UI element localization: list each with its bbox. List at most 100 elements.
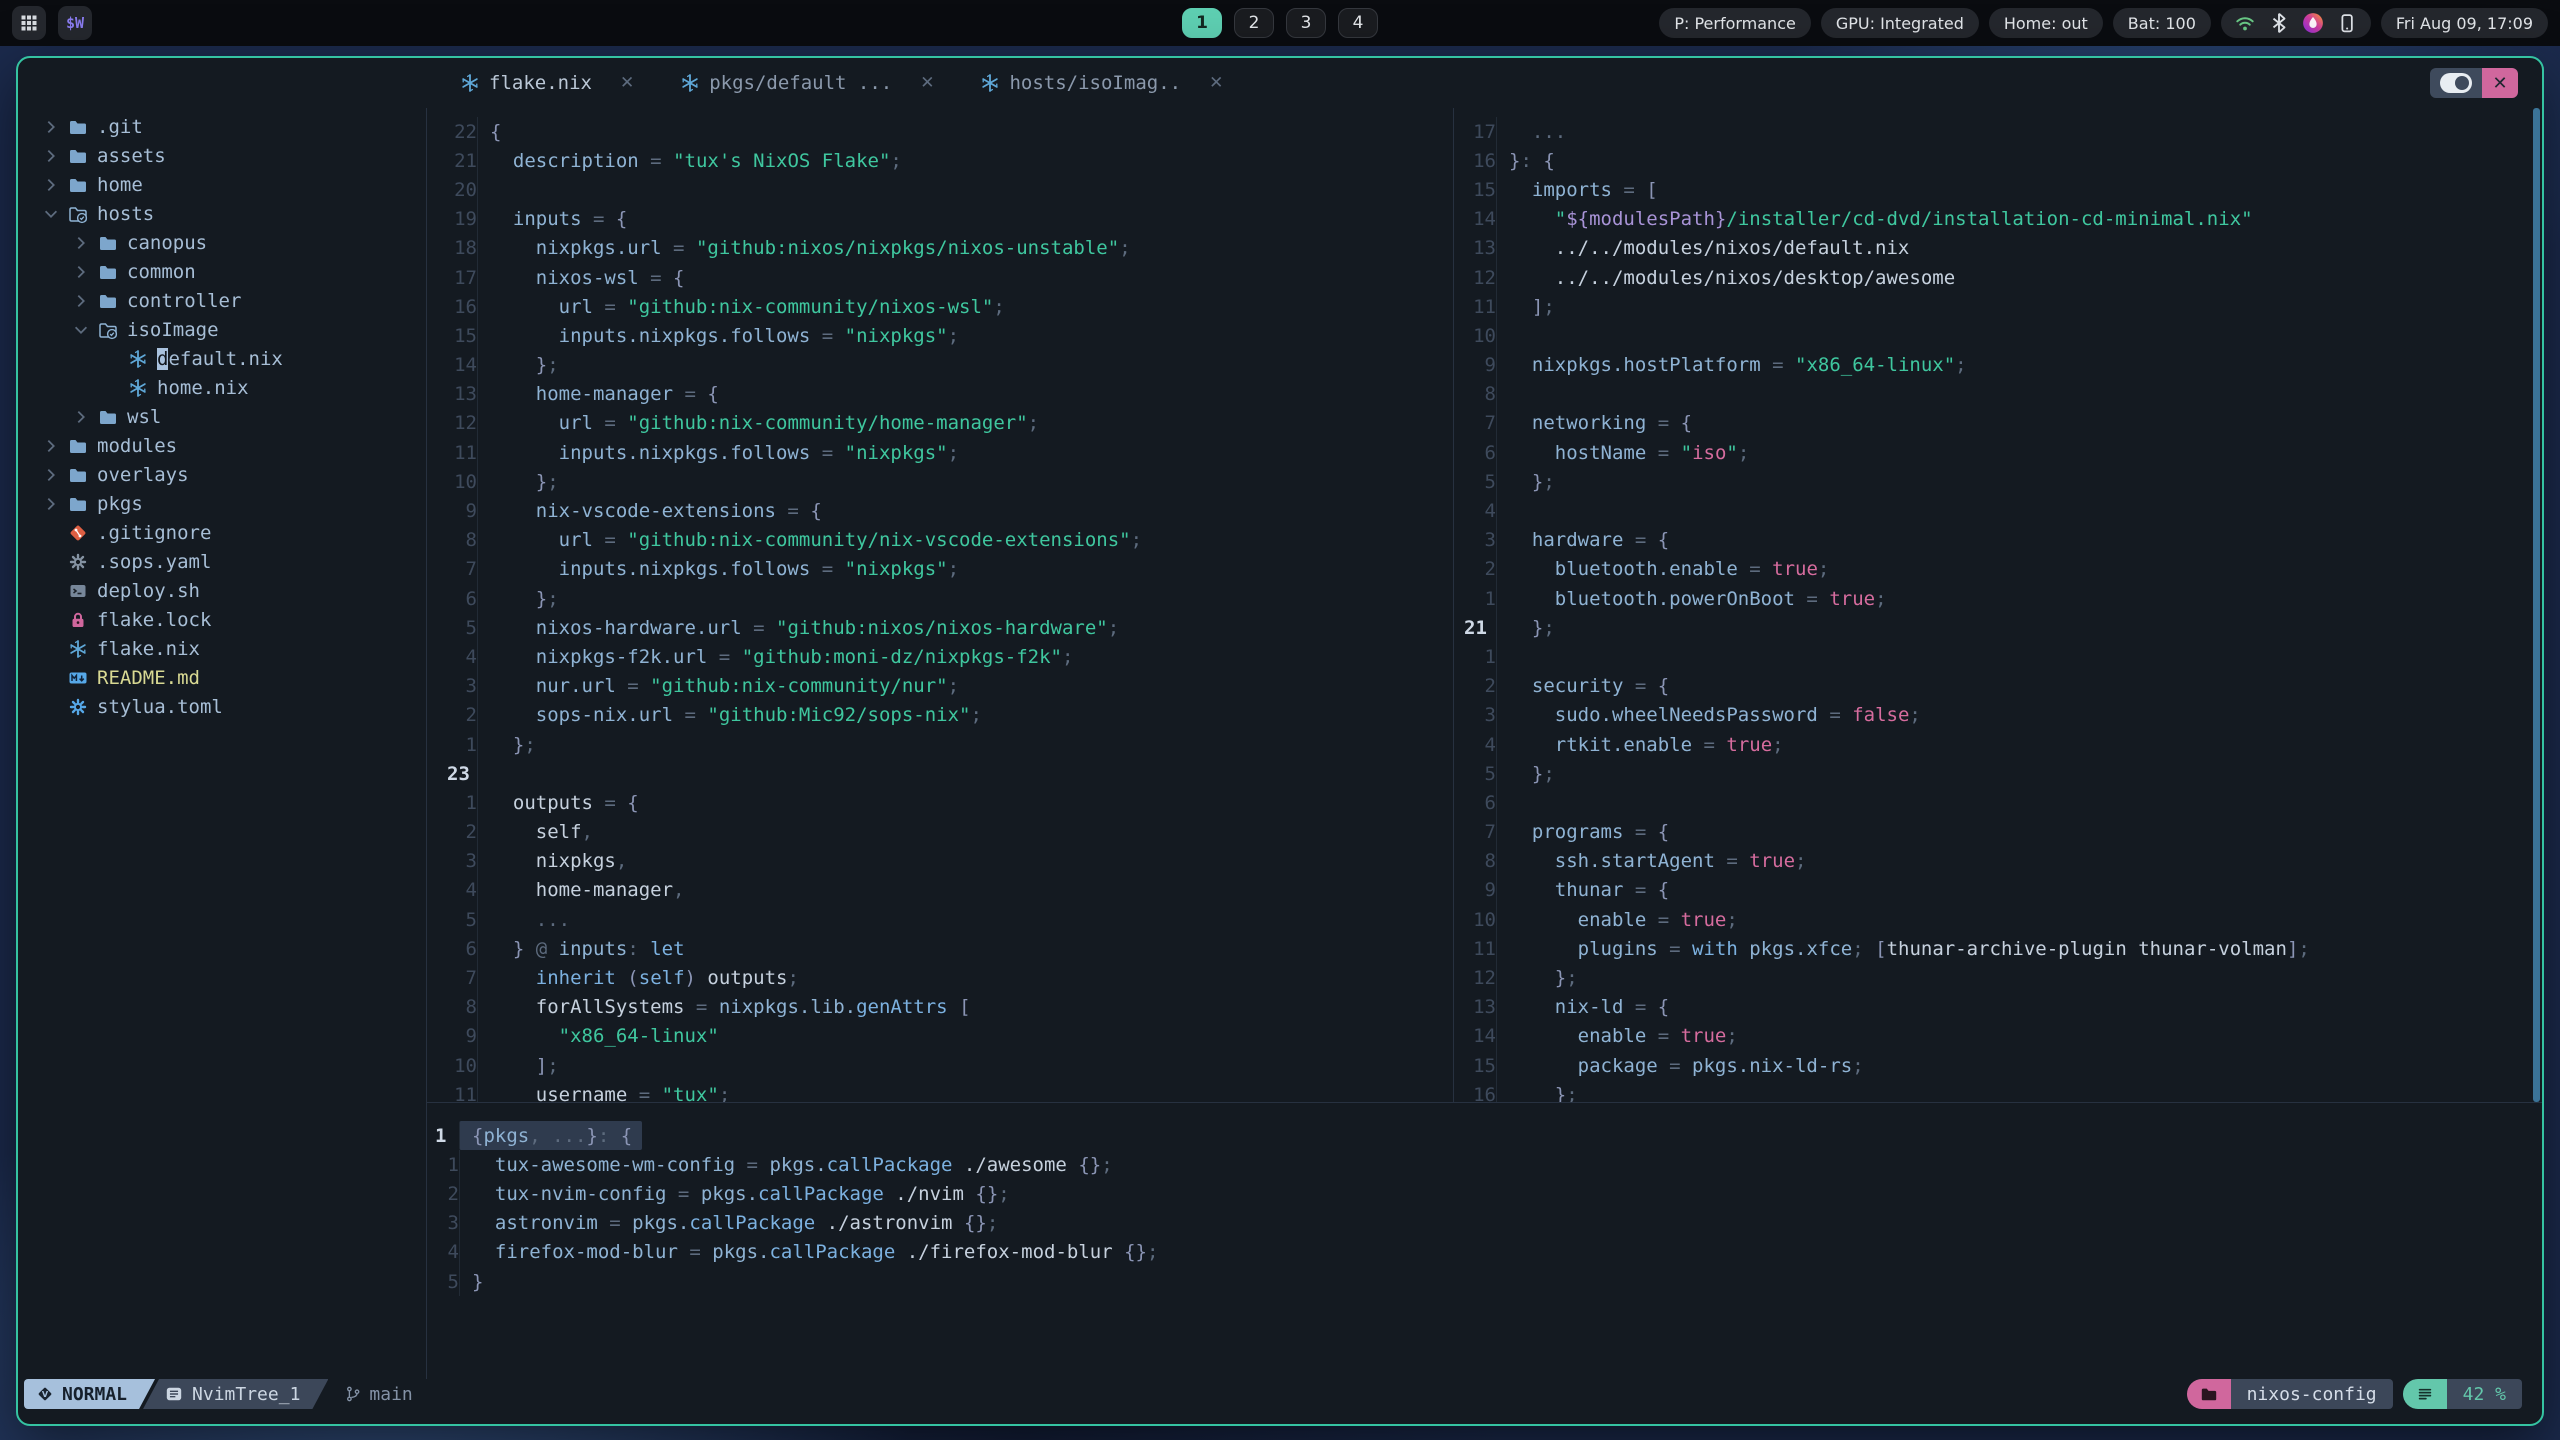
code-line[interactable]: 13 nix-ld = { — [1454, 992, 2542, 1022]
code-line[interactable]: 7 programs = { — [1454, 817, 2542, 847]
status-pill[interactable]: GPU: Integrated — [1820, 8, 1979, 38]
code-line[interactable]: 1 bluetooth.powerOnBoot = true; — [1454, 584, 2542, 614]
code-line[interactable]: 8 ssh.startAgent = true; — [1454, 846, 2542, 876]
tree-item[interactable]: stylua.toml — [18, 692, 426, 721]
code-line[interactable]: 7 inputs.nixpkgs.follows = "nixpkgs"; — [427, 554, 1453, 584]
code-line[interactable]: 5 }; — [1454, 759, 2542, 789]
code-line[interactable]: 4 rtkit.enable = true; — [1454, 729, 2542, 760]
code-line[interactable]: 1 tux-awesome-wm-config = pkgs. callPacka… — [427, 1150, 2542, 1180]
code-line[interactable]: 11 inputs.nixpkgs.follows = "nixpkgs"; — [427, 438, 1453, 468]
code-line[interactable]: 4 — [1454, 496, 2542, 526]
code-line[interactable]: 12 }; — [1454, 963, 2542, 993]
code-line[interactable]: 8 — [1454, 379, 2542, 409]
code-line[interactable]: 6 } @ inputs: let — [427, 934, 1453, 964]
tree-item[interactable]: flake.lock — [18, 605, 426, 634]
code-line[interactable]: 5} — [427, 1266, 2542, 1297]
tree-item[interactable]: isoImage — [18, 315, 426, 344]
tree-item[interactable]: wsl — [18, 402, 426, 431]
code-line[interactable]: 13 home-manager = { — [427, 379, 1453, 409]
window-close-button[interactable]: ✕ — [2482, 68, 2518, 98]
tree-item[interactable]: default.nix — [18, 344, 426, 373]
tree-item[interactable]: assets — [18, 141, 426, 170]
code-line[interactable]: 7 inherit (self) outputs; — [427, 963, 1453, 993]
tree-item[interactable]: deploy.sh — [18, 576, 426, 605]
chevron-right-icon[interactable] — [72, 234, 96, 252]
code-line[interactable]: 8 url = "github:nix-community/nix-vscode… — [427, 525, 1453, 555]
code-line[interactable]: 17 ... — [1454, 117, 2542, 147]
code-line[interactable]: 4 nixpkgs-f2k.url = "github:moni-dz/nixp… — [427, 642, 1453, 672]
clock[interactable]: Fri Aug 09, 17:09 — [2380, 8, 2548, 38]
chevron-right-icon[interactable] — [42, 176, 66, 194]
code-line[interactable]: 15 inputs.nixpkgs.follows = "nixpkgs"; — [427, 321, 1453, 351]
tree-item[interactable]: home — [18, 170, 426, 199]
code-line[interactable]: 19 inputs = { — [427, 204, 1453, 234]
code-line[interactable]: 2 bluetooth.enable = true; — [1454, 554, 2542, 584]
editor-pane-pkgs[interactable]: 1{pkgs, ...}: {1 tux-awesome-wm-config =… — [427, 1103, 2542, 1379]
scrollbar[interactable] — [2533, 108, 2540, 1102]
code-line[interactable]: 21 description = "tux's NixOS Flake"; — [427, 146, 1453, 176]
code-line[interactable]: 3 sudo.wheelNeedsPassword = false; — [1454, 700, 2542, 730]
code-line[interactable]: 6 hostName = " iso "; — [1454, 438, 2542, 468]
workspace-button[interactable]: 4 — [1338, 8, 1378, 38]
editor-tab[interactable]: hosts/isoImag.. ✕ — [980, 72, 1223, 94]
code-line[interactable]: 2 security = { — [1454, 671, 2542, 701]
network-icon[interactable] — [2234, 12, 2256, 34]
bluetooth-icon[interactable] — [2268, 12, 2290, 34]
tab-close-icon[interactable]: ✕ — [620, 73, 634, 93]
tree-item[interactable]: .sops.yaml — [18, 547, 426, 576]
code-line[interactable]: 10 — [1454, 321, 2542, 351]
editor-pane-isoimage[interactable]: 17 ... 16}: {15 imports = [14 " ${modulesP… — [1454, 108, 2542, 1102]
code-line[interactable]: 8 forAllSystems = nixpkgs.lib. genAttrs [ — [427, 992, 1453, 1022]
code-line[interactable]: 5 ... — [427, 905, 1453, 935]
chevron-right-icon[interactable] — [72, 263, 96, 281]
code-line[interactable]: 15 imports = [ — [1454, 175, 2542, 205]
code-line[interactable]: 12 url = "github:nix-community/home-mana… — [427, 408, 1453, 439]
chevron-right-icon[interactable] — [42, 147, 66, 165]
code-line[interactable]: 3 hardware = { — [1454, 525, 2542, 555]
tree-item[interactable]: canopus — [18, 228, 426, 257]
tree-item[interactable]: modules — [18, 431, 426, 460]
code-line[interactable]: 18 nixpkgs.url = "github:nixos/nixpkgs/n… — [427, 233, 1453, 263]
chevron-right-icon[interactable] — [72, 292, 96, 310]
editor-tab[interactable]: flake.nix ✕ — [460, 72, 634, 94]
editor-tab[interactable]: pkgs/default ... ✕ — [680, 72, 934, 94]
code-line[interactable]: 17 nixos-wsl = { — [427, 262, 1453, 293]
chevron-down-icon[interactable] — [42, 205, 66, 223]
tree-item[interactable]: overlays — [18, 460, 426, 489]
status-pill[interactable]: Home: out — [1988, 8, 2103, 38]
code-line[interactable]: 2 self, — [427, 817, 1453, 847]
code-line[interactable]: 7 networking = { — [1454, 408, 2542, 439]
app-launcher-button[interactable] — [12, 6, 46, 40]
tab-close-icon[interactable]: ✕ — [920, 73, 934, 93]
flame-icon[interactable] — [2302, 12, 2324, 34]
phone-icon[interactable] — [2336, 12, 2358, 34]
chevron-down-icon[interactable] — [72, 321, 96, 339]
code-line[interactable]: 6 — [1454, 788, 2542, 818]
code-line[interactable]: 5 nixos-hardware.url = "github:nixos/nix… — [427, 613, 1453, 643]
window-toggle[interactable] — [2430, 68, 2482, 98]
workspace-button[interactable]: 2 — [1234, 8, 1274, 38]
code-line[interactable]: 11 ]; — [1454, 292, 2542, 322]
chevron-right-icon[interactable] — [42, 437, 66, 455]
status-pill[interactable]: P: Performance — [1659, 8, 1811, 38]
code-line[interactable]: 6 }; — [427, 584, 1453, 614]
code-line[interactable]: 9 thunar = { — [1454, 875, 2542, 906]
tree-item[interactable]: README.md — [18, 663, 426, 692]
code-line[interactable]: 2 tux-nvim-config = pkgs. callPackage ./n… — [427, 1179, 2542, 1209]
tree-item[interactable]: hosts — [18, 199, 426, 228]
tree-item[interactable]: pkgs — [18, 489, 426, 518]
code-line[interactable]: 22{ — [427, 117, 1453, 147]
code-line[interactable]: 20 — [427, 175, 1453, 205]
code-line[interactable]: 13 ../../modules/nixos/default.nix — [1454, 233, 2542, 263]
code-line[interactable]: 2 sops-nix.url = "github:Mic92/sops-nix"… — [427, 700, 1453, 730]
code-line[interactable]: 9 nixpkgs.hostPlatform = "x86_64-linux"; — [1454, 350, 2542, 380]
chevron-right-icon[interactable] — [72, 408, 96, 426]
code-line[interactable]: 21 }; — [1454, 613, 2542, 643]
chevron-right-icon[interactable] — [42, 466, 66, 484]
code-line[interactable]: 10 enable = true; — [1454, 905, 2542, 935]
code-line[interactable]: 14 " ${modulesPath}/installer/cd-dvd/inst… — [1454, 204, 2542, 234]
chevron-right-icon[interactable] — [42, 118, 66, 136]
code-line[interactable]: 3 nixpkgs, — [427, 846, 1453, 876]
code-line[interactable]: 14 enable = true; — [1454, 1021, 2542, 1051]
status-pill[interactable]: Bat: 100 — [2112, 8, 2211, 38]
